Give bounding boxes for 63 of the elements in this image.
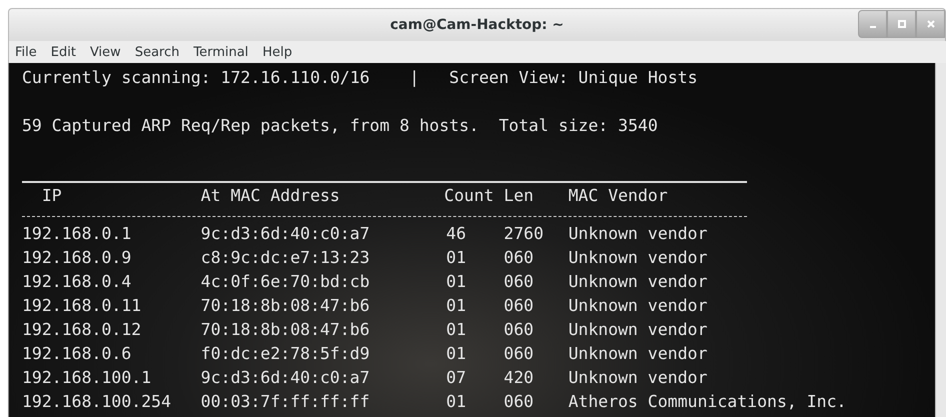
len-cell-text: 060 xyxy=(504,344,535,362)
len-cell-text: 2760 xyxy=(504,224,545,242)
count-cell-text: 01 xyxy=(445,344,468,362)
menu-item[interactable]: Edit xyxy=(50,44,76,60)
ip-cell-text: 192.168.0.11 xyxy=(22,296,142,314)
maximize-button[interactable] xyxy=(887,10,916,38)
count-cell-text: 01 xyxy=(445,392,468,410)
mac-cell-text: c8:9c:dc:e7:13:23 xyxy=(200,248,371,266)
packet-summary: 59 Captured ARP Req/Rep packets, from 8 hosts. xyxy=(22,116,479,134)
column-header: At MAC Address xyxy=(200,186,341,204)
vendor-cell: Unknown vendor xyxy=(568,368,708,386)
vendor-cell: Unknown vendor xyxy=(568,320,708,338)
mac-cell-text: 70:18:8b:08:47:b6 xyxy=(200,296,371,314)
count-cell-text: 01 xyxy=(445,320,468,338)
vendor-cell: Unknown vendor xyxy=(568,272,708,290)
count-cell-text: 01 xyxy=(445,296,468,314)
menu-item[interactable]: File xyxy=(15,44,37,60)
count-cell-text: 01 xyxy=(445,248,468,266)
mac-cell-text: 70:18:8b:08:47:b6 xyxy=(200,320,371,338)
len-cell-text: 060 xyxy=(504,248,535,266)
column-header: Len xyxy=(504,186,535,204)
vendor-cell: Unknown vendor xyxy=(568,296,708,314)
ip-cell-text: 192.168.0.6 xyxy=(22,344,132,362)
len-cell-text: 060 xyxy=(504,392,535,410)
ip-cell-text: 192.168.0.9 xyxy=(22,248,132,266)
len-cell-text: 060 xyxy=(504,272,535,290)
menu-item[interactable]: Search xyxy=(134,44,180,60)
vendor-cell: Atheros Communications, Inc. xyxy=(568,392,846,410)
minimize-button[interactable] xyxy=(858,10,887,38)
menu-item[interactable]: Help xyxy=(262,44,292,60)
close-icon xyxy=(926,19,936,29)
mac-cell-text: 9c:d3:6d:40:c0:a7 xyxy=(200,224,371,242)
len-cell-text: 420 xyxy=(504,368,535,386)
mac-cell-text: 4c:0f:6e:70:bd:cb xyxy=(200,272,371,290)
ip-cell-text: 192.168.100.1 xyxy=(22,368,152,386)
total-size: Total size: 3540 xyxy=(498,116,658,134)
vendor-cell: Unknown vendor xyxy=(568,224,708,242)
mac-cell-text: 00:03:7f:ff:ff:ff xyxy=(200,392,371,410)
mac-cell-text: f0:dc:e2:78:5f:d9 xyxy=(200,344,371,362)
menu-item[interactable]: Terminal xyxy=(193,44,248,60)
column-header: Count xyxy=(444,186,495,204)
count-cell-text: 01 xyxy=(445,272,468,290)
separator-text: | xyxy=(409,68,420,86)
ip-cell-text: 192.168.0.1 xyxy=(22,224,132,242)
count-cell-text: 07 xyxy=(445,368,468,386)
scan-status: Currently scanning: 172.16.110.0/16 xyxy=(22,68,370,86)
menu-item[interactable]: View xyxy=(90,44,121,60)
minimize-icon xyxy=(870,26,876,28)
close-button[interactable] xyxy=(916,10,945,38)
screen-view: Screen View: Unique Hosts xyxy=(449,68,698,86)
ip-cell-text: 192.168.0.4 xyxy=(22,272,132,290)
len-cell-text: 060 xyxy=(504,320,535,338)
mac-cell-text: 9c:d3:6d:40:c0:a7 xyxy=(200,368,371,386)
ip-cell-text: 192.168.100.254 xyxy=(22,392,172,410)
column-header: IP xyxy=(40,186,63,204)
count-cell-text: 46 xyxy=(445,224,468,242)
maximize-icon xyxy=(896,19,906,29)
window-title: cam@Cam-Hacktop: ~ xyxy=(390,17,564,33)
ip-cell-text: 192.168.0.12 xyxy=(22,320,142,338)
vendor-cell: Unknown vendor xyxy=(568,248,708,266)
vendor-cell: Unknown vendor xyxy=(568,344,708,362)
len-cell-text: 060 xyxy=(504,296,535,314)
column-header: MAC Vendor xyxy=(568,186,668,204)
